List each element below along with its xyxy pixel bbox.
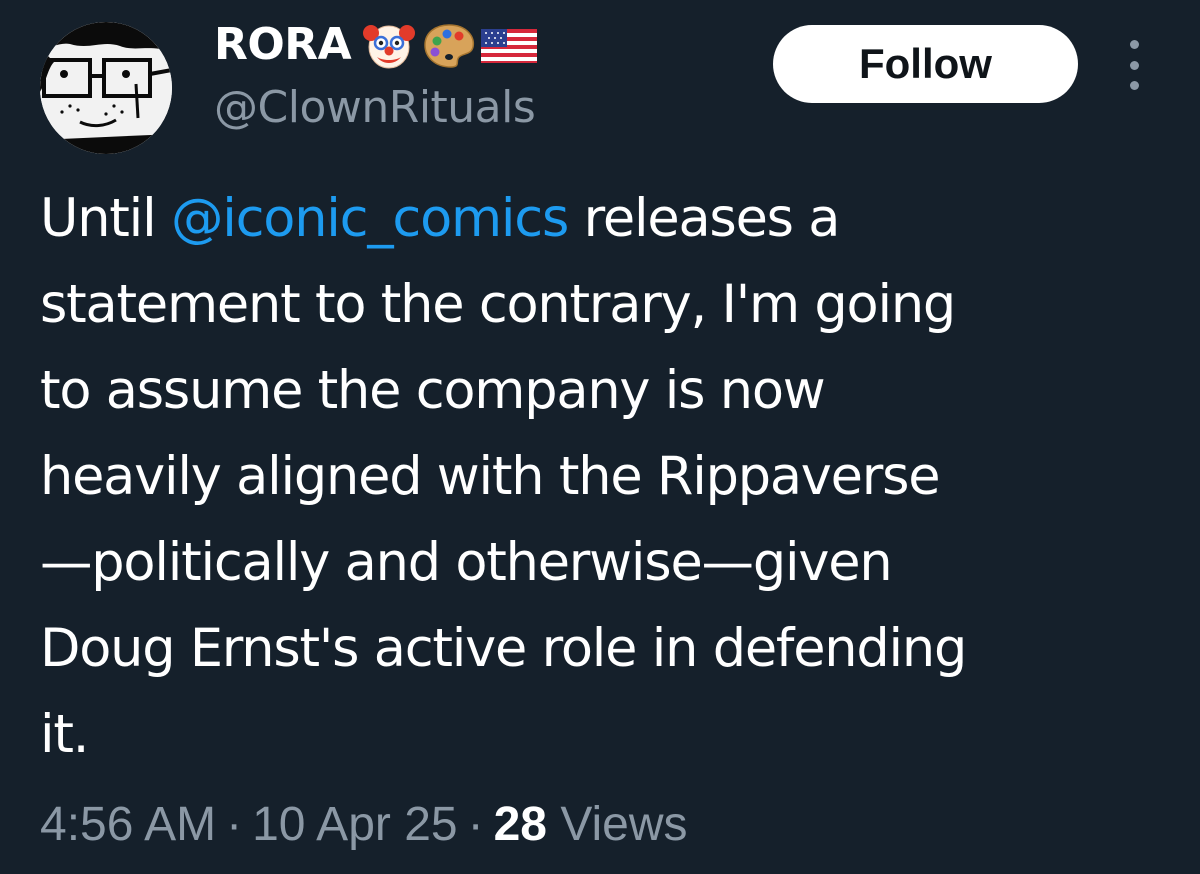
tweet-date[interactable]: 10 Apr 25: [252, 798, 458, 851]
tweet-line: Until @iconic_comics releases a: [40, 176, 1170, 262]
display-name-row: RORA: [214, 14, 539, 76]
avatar-image: [40, 22, 172, 154]
us-flag-icon: [479, 19, 539, 71]
tweet-text: Until @iconic_comics releases a statemen…: [40, 176, 1170, 778]
tweet-text-segment: Until: [40, 188, 171, 249]
tweet-line: to assume the company is now: [40, 360, 826, 421]
tweet-text-segment: releases a: [568, 188, 841, 249]
tweet-line: it.: [40, 704, 89, 765]
tweet-line: statement to the contrary, I'm going: [40, 274, 956, 335]
display-name[interactable]: RORA: [214, 23, 352, 67]
artist-palette-icon: [419, 19, 479, 71]
meta-separator: ·: [226, 798, 243, 851]
tweet-meta: 4:56 AM · 10 Apr 25 · 28 Views: [40, 796, 687, 854]
tweet-line: heavily aligned with the Rippaverse: [40, 446, 941, 507]
views-label[interactable]: Views: [560, 798, 687, 851]
mention-link[interactable]: @iconic_comics: [171, 188, 569, 249]
tweet-time[interactable]: 4:56 AM: [40, 798, 216, 851]
views-count[interactable]: 28: [494, 798, 547, 851]
follow-button[interactable]: Follow: [773, 25, 1078, 103]
tweet-line: —politically and otherwise—given: [40, 532, 893, 593]
tweet-card: RORA @ClownRituals Follow Until @iconic_…: [0, 0, 1200, 874]
more-dot: [1129, 40, 1139, 49]
more-dot: [1129, 81, 1139, 90]
more-vertical-icon[interactable]: [1112, 40, 1156, 90]
avatar[interactable]: [40, 22, 172, 154]
more-dot: [1129, 60, 1139, 70]
name-badges: [359, 19, 539, 71]
clown-face-icon: [359, 19, 419, 71]
meta-separator: ·: [467, 798, 484, 851]
tweet-line: Doug Ernst's active role in defending: [40, 618, 967, 679]
user-handle[interactable]: @ClownRituals: [214, 82, 536, 135]
